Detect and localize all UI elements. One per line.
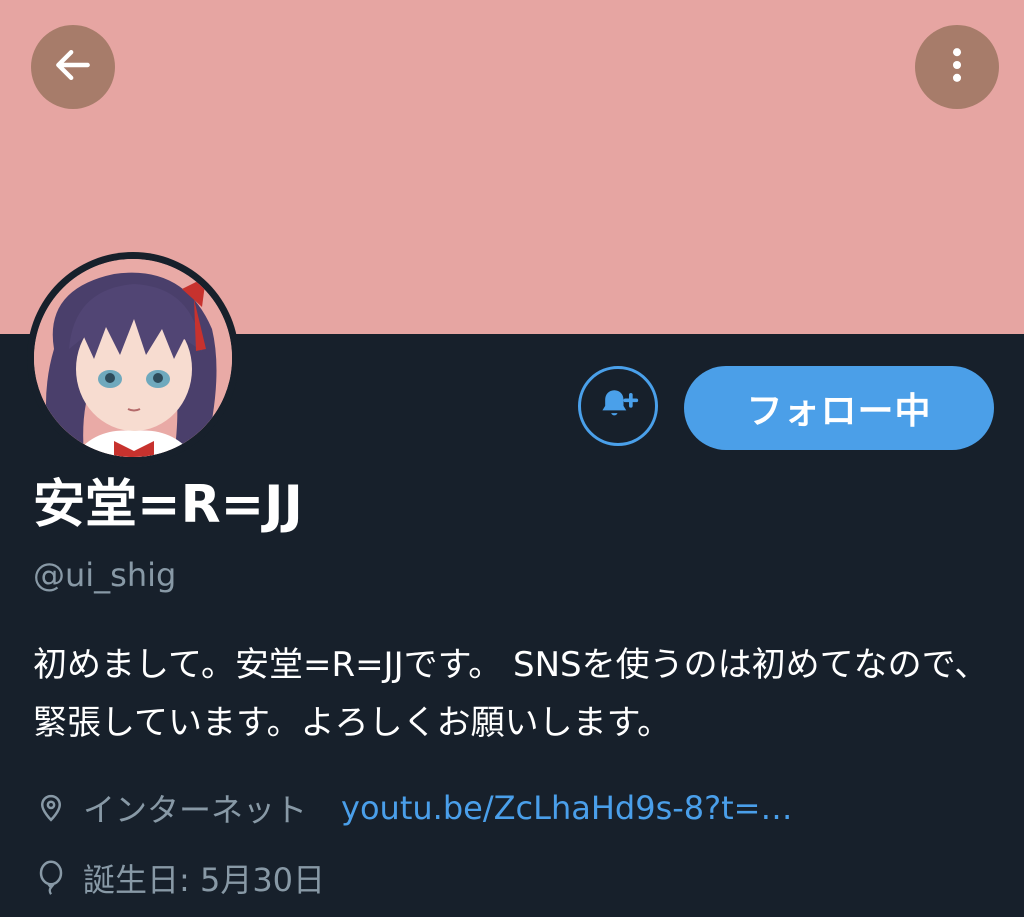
location-row: インターネット youtu.be/ZcLhaHd9s-8?t=…: [33, 786, 792, 830]
more-options-button[interactable]: [915, 25, 999, 109]
birthday-text: 誕生日: 5月30日: [83, 861, 326, 899]
bell-plus-icon: [596, 382, 640, 430]
following-button[interactable]: フォロー中: [684, 366, 994, 450]
profile-website-link[interactable]: youtu.be/ZcLhaHd9s-8?t=…: [341, 789, 792, 827]
more-vertical-icon: [935, 43, 979, 91]
user-handle: @ui_shig: [33, 556, 177, 594]
display-name: 安堂=R=JJ: [33, 475, 303, 535]
balloon-icon: [33, 858, 69, 898]
location-pin-icon: [33, 788, 69, 828]
avatar-image: [34, 259, 232, 457]
profile-bio: 初めまして。安堂=R=JJです。 SNSを使うのは初めてなので、緊張しています。…: [33, 645, 989, 743]
birthday-row: 誕生日: 5月30日: [33, 856, 325, 900]
back-button[interactable]: [31, 25, 115, 109]
back-arrow-icon: [51, 43, 95, 91]
notifications-toggle-button[interactable]: [578, 366, 658, 446]
avatar[interactable]: [27, 252, 239, 464]
location-text: インターネット: [83, 791, 308, 829]
following-button-label: フォロー中: [746, 391, 932, 432]
